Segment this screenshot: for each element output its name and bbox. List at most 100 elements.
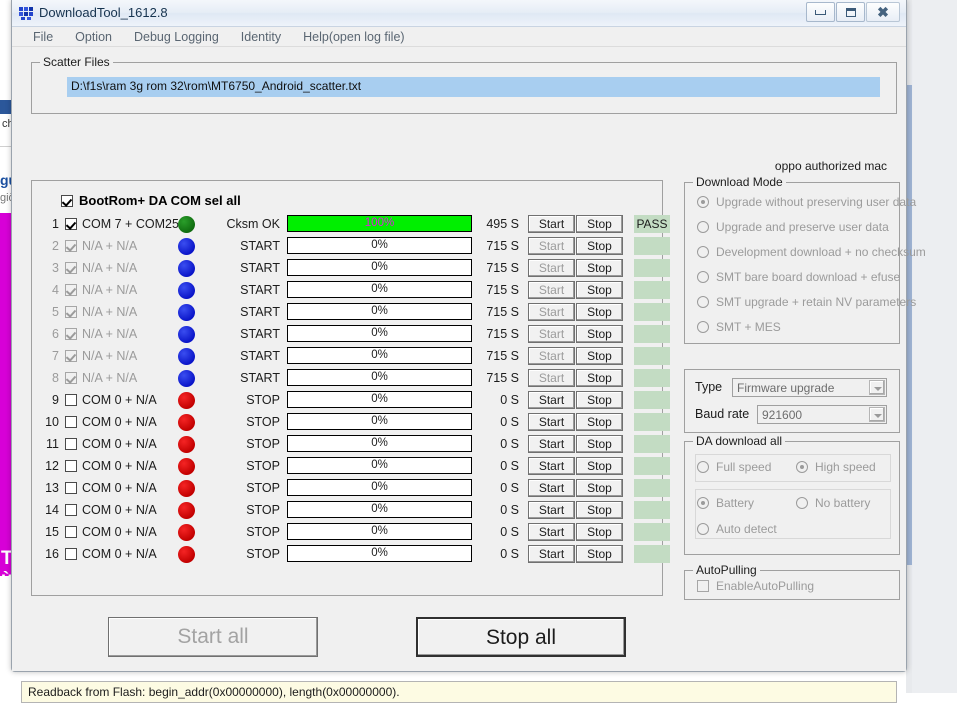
com-port-checkbox[interactable] bbox=[65, 438, 77, 450]
minimize-button[interactable] bbox=[806, 2, 835, 22]
row-result-badge bbox=[634, 325, 670, 343]
row-start-button[interactable]: Start bbox=[528, 479, 575, 497]
row-stop-button[interactable]: Stop bbox=[576, 479, 623, 497]
menu-bar: File Option Debug Logging Identity Help(… bbox=[12, 27, 906, 47]
row-start-button[interactable]: Start bbox=[528, 281, 575, 299]
com-port-label: N/A + N/A bbox=[82, 239, 138, 253]
row-stop-button[interactable]: Stop bbox=[576, 303, 623, 321]
com-port-checkbox[interactable] bbox=[65, 284, 77, 296]
row-start-button[interactable]: Start bbox=[528, 325, 575, 343]
radio-icon[interactable] bbox=[796, 497, 808, 509]
row-stop-button[interactable]: Stop bbox=[576, 215, 623, 233]
row-start-button[interactable]: Start bbox=[528, 215, 575, 233]
stop-all-button[interactable]: Stop all bbox=[416, 617, 626, 657]
radio-icon[interactable] bbox=[697, 196, 709, 208]
row-start-button[interactable]: Start bbox=[528, 545, 575, 563]
com-port-checkbox[interactable] bbox=[65, 240, 77, 252]
row-start-button[interactable]: Start bbox=[528, 391, 575, 409]
status-led-blue-icon bbox=[178, 326, 195, 343]
row-start-button[interactable]: Start bbox=[528, 237, 575, 255]
com-port-status: START bbox=[240, 305, 280, 319]
row-stop-button[interactable]: Stop bbox=[576, 237, 623, 255]
row-stop-button[interactable]: Stop bbox=[576, 523, 623, 541]
radio-icon[interactable] bbox=[697, 321, 709, 333]
row-start-button[interactable]: Start bbox=[528, 347, 575, 365]
menu-item-option[interactable]: Option bbox=[64, 27, 123, 47]
row-start-button[interactable]: Start bbox=[528, 435, 575, 453]
radio-icon[interactable] bbox=[697, 461, 709, 473]
menu-item-identity[interactable]: Identity bbox=[230, 27, 292, 47]
start-all-button[interactable]: Start all bbox=[108, 617, 318, 657]
row-stop-button[interactable]: Stop bbox=[576, 545, 623, 563]
row-result-badge bbox=[634, 391, 670, 409]
com-port-checkbox[interactable] bbox=[65, 372, 77, 384]
radio-icon[interactable] bbox=[697, 221, 709, 233]
close-button[interactable]: ✖ bbox=[866, 2, 900, 22]
row-start-button[interactable]: Start bbox=[528, 501, 575, 519]
row-stop-button[interactable]: Stop bbox=[576, 281, 623, 299]
type-combobox-value: Firmware upgrade bbox=[737, 381, 835, 395]
com-port-checkbox[interactable] bbox=[65, 526, 77, 538]
radio-icon[interactable] bbox=[796, 461, 808, 473]
radio-icon[interactable] bbox=[697, 296, 709, 308]
da-battery-option-auto-detect[interactable]: Auto detect bbox=[697, 522, 777, 536]
row-stop-button[interactable]: Stop bbox=[576, 347, 623, 365]
da-speed-option-high[interactable]: High speed bbox=[796, 460, 876, 474]
com-port-checkbox[interactable] bbox=[65, 306, 77, 318]
scatter-file-path-field[interactable]: D:\f1s\ram 3g rom 32\rom\MT6750_Android_… bbox=[67, 77, 880, 97]
row-stop-button[interactable]: Stop bbox=[576, 259, 623, 277]
enable-autopulling-checkbox[interactable] bbox=[697, 580, 709, 592]
row-stop-button[interactable]: Stop bbox=[576, 391, 623, 409]
row-stop-button[interactable]: Stop bbox=[576, 325, 623, 343]
elapsed-time: 0 S bbox=[500, 415, 519, 429]
com-port-status: STOP bbox=[246, 481, 280, 495]
radio-icon[interactable] bbox=[697, 246, 709, 258]
download-mode-option-0[interactable]: Upgrade without preserving user data bbox=[697, 195, 916, 209]
progress-bar: 0% bbox=[287, 303, 472, 320]
row-stop-button[interactable]: Stop bbox=[576, 457, 623, 475]
com-port-checkbox[interactable] bbox=[65, 548, 77, 560]
radio-icon[interactable] bbox=[697, 271, 709, 283]
menu-item-file[interactable]: File bbox=[22, 27, 64, 47]
radio-icon[interactable] bbox=[697, 497, 709, 509]
select-all-row[interactable]: BootRom+ DA COM sel all bbox=[61, 193, 241, 208]
com-port-checkbox[interactable] bbox=[65, 350, 77, 362]
da-battery-option-battery[interactable]: Battery bbox=[697, 496, 754, 510]
com-port-checkbox[interactable] bbox=[65, 262, 77, 274]
row-start-button[interactable]: Start bbox=[528, 457, 575, 475]
download-mode-option-3[interactable]: SMT bare board download + efuse bbox=[697, 270, 900, 284]
da-battery-option-no-battery[interactable]: No battery bbox=[796, 496, 870, 510]
download-mode-option-5[interactable]: SMT + MES bbox=[697, 320, 781, 334]
scatter-files-group: Scatter Files D:\f1s\ram 3g rom 32\rom\M… bbox=[31, 55, 897, 114]
com-port-checkbox[interactable] bbox=[65, 482, 77, 494]
com-port-checkbox[interactable] bbox=[65, 394, 77, 406]
menu-item-help[interactable]: Help(open log file) bbox=[292, 27, 415, 47]
com-port-checkbox[interactable] bbox=[65, 416, 77, 428]
com-port-checkbox[interactable] bbox=[65, 328, 77, 340]
com-port-checkbox[interactable] bbox=[65, 218, 77, 230]
row-stop-button[interactable]: Stop bbox=[576, 413, 623, 431]
row-start-button[interactable]: Start bbox=[528, 413, 575, 431]
chevron-down-icon[interactable] bbox=[869, 380, 885, 395]
row-start-button[interactable]: Start bbox=[528, 303, 575, 321]
download-mode-option-2[interactable]: Development download + no checksum bbox=[697, 245, 926, 259]
com-port-checkbox[interactable] bbox=[65, 460, 77, 472]
row-stop-button[interactable]: Stop bbox=[576, 501, 623, 519]
enable-autopulling-row[interactable]: EnableAutoPulling bbox=[697, 579, 814, 593]
download-mode-option-4[interactable]: SMT upgrade + retain NV parameters bbox=[697, 295, 916, 309]
maximize-button[interactable] bbox=[836, 2, 865, 22]
row-stop-button[interactable]: Stop bbox=[576, 435, 623, 453]
baud-rate-combobox[interactable]: 921600 bbox=[757, 405, 887, 424]
type-combobox[interactable]: Firmware upgrade bbox=[732, 378, 887, 397]
download-mode-option-1[interactable]: Upgrade and preserve user data bbox=[697, 220, 889, 234]
row-stop-button[interactable]: Stop bbox=[576, 369, 623, 387]
menu-item-debug-logging[interactable]: Debug Logging bbox=[123, 27, 230, 47]
row-start-button[interactable]: Start bbox=[528, 369, 575, 387]
radio-icon[interactable] bbox=[697, 523, 709, 535]
com-port-checkbox[interactable] bbox=[65, 504, 77, 516]
row-start-button[interactable]: Start bbox=[528, 523, 575, 541]
row-start-button[interactable]: Start bbox=[528, 259, 575, 277]
chevron-down-icon[interactable] bbox=[869, 407, 885, 422]
select-all-checkbox[interactable] bbox=[61, 194, 73, 207]
da-speed-option-full[interactable]: Full speed bbox=[697, 460, 771, 474]
